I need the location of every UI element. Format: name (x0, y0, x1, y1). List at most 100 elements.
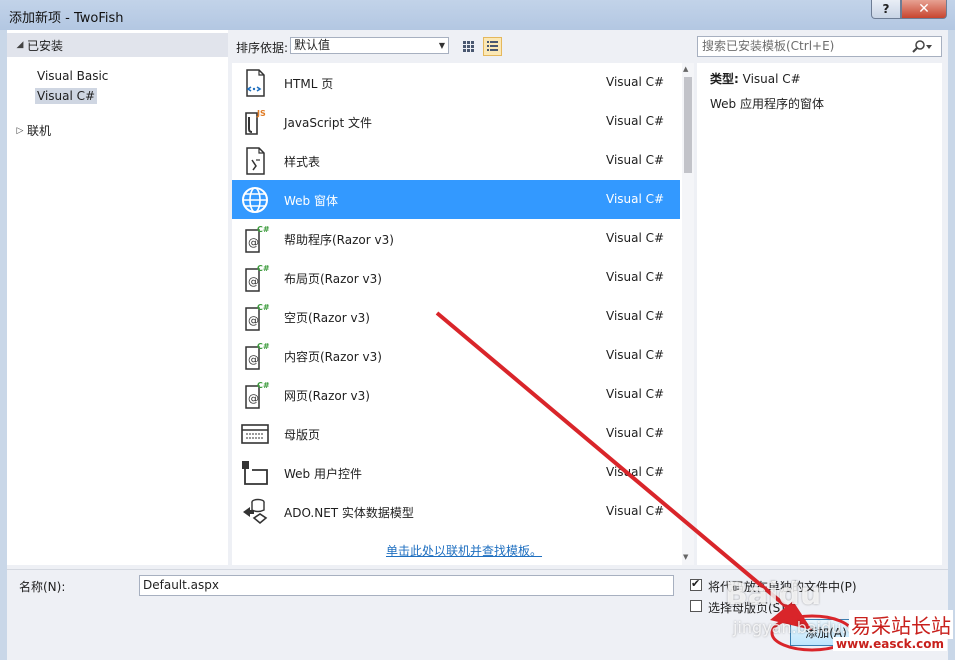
stylesheet-icon (246, 147, 265, 175)
template-row-master-page[interactable]: 母版页 Visual C# (232, 414, 680, 453)
template-row-html-page[interactable]: HTML 页 Visual C# (232, 63, 680, 102)
template-name: 母版页 (284, 428, 321, 442)
tree-label-installed: 已安装 (27, 38, 64, 53)
file-name-value: Default.aspx (143, 578, 219, 592)
checkmark-icon: ✔ (691, 577, 701, 590)
svg-text:@: @ (248, 392, 259, 405)
template-row-razor-layout[interactable]: @ C# 布局页(Razor v3) Visual C# (232, 258, 680, 297)
template-language: Visual C# (606, 75, 665, 89)
dialog-body: ◢ 已安装 Visual Basic Visual C# ▷ 联机 排序依据: … (7, 30, 948, 660)
dropdown-arrow-icon: ▼ (438, 41, 445, 50)
bottom-separator (7, 569, 948, 570)
razor-file-icon: @ C# (245, 264, 270, 292)
template-row-razor-empty[interactable]: @ C# 空页(Razor v3) Visual C# (232, 297, 680, 336)
svg-text:@: @ (248, 353, 259, 366)
close-icon: ✕ (918, 1, 930, 17)
separate-code-file-checkbox[interactable]: ✔ (690, 577, 702, 591)
template-row-javascript-file[interactable]: JS JavaScript 文件 Visual C# (232, 102, 680, 141)
template-row-entity-model[interactable]: ADO.NET 实体数据模型 Visual C# (232, 492, 680, 531)
template-row-razor-content[interactable]: @ C# 内容页(Razor v3) Visual C# (232, 336, 680, 375)
razor-file-icon: @ C# (245, 225, 270, 253)
template-language: Visual C# (606, 348, 665, 362)
expanded-triangle-icon[interactable]: ◢ (13, 40, 27, 50)
tree-item-visual-csharp[interactable]: Visual C# (35, 88, 98, 104)
entity-model-icon (243, 498, 268, 525)
sort-label: 排序依据: (236, 41, 289, 55)
svg-text:JS: JS (256, 109, 266, 118)
scrollbar-thumb[interactable] (684, 77, 692, 173)
template-row-web-form[interactable]: Web 窗体 Visual C# (232, 180, 680, 219)
scroll-down-arrow-icon[interactable]: ▼ (683, 553, 688, 561)
template-row-razor-webpage[interactable]: @ C# 网页(Razor v3) Visual C# (232, 375, 680, 414)
tree-item-visual-basic[interactable]: Visual Basic (35, 68, 110, 84)
type-label: 类型: (710, 72, 739, 86)
svg-text:@: @ (248, 314, 259, 327)
small-icons-view-button[interactable] (459, 37, 478, 56)
template-language: Visual C# (606, 309, 665, 323)
template-language: Visual C# (606, 231, 665, 245)
find-templates-online-link[interactable]: 单击此处以联机并查找模板。 (386, 542, 542, 559)
template-language: Visual C# (606, 114, 665, 128)
template-row-user-control[interactable]: Web 用户控件 Visual C# (232, 453, 680, 492)
master-page-icon (241, 424, 269, 444)
template-language: Visual C# (606, 153, 665, 167)
search-input[interactable]: 搜索已安装模板(Ctrl+E) (697, 36, 942, 57)
help-icon: ? (882, 2, 890, 16)
template-list-scrollbar[interactable]: ▲ ▼ (682, 63, 694, 565)
template-type-line: 类型: Visual C# (710, 70, 801, 87)
template-language: Visual C# (606, 387, 665, 401)
name-label: 名称(N): (19, 580, 66, 594)
svg-text:@: @ (248, 275, 259, 288)
title-bar: 添加新项 - TwoFish ? ✕ (0, 0, 955, 30)
template-name: ADO.NET 实体数据模型 (284, 506, 414, 520)
sort-dropdown[interactable]: 默认值 ▼ (290, 37, 449, 54)
template-description: Web 应用程序的窗体 (710, 97, 824, 111)
window-title: 添加新项 - TwoFish (9, 11, 124, 26)
svg-text:C#: C# (257, 264, 270, 273)
type-value: Visual C# (742, 72, 801, 86)
html-page-icon (246, 69, 265, 97)
svg-text:C#: C# (257, 342, 270, 351)
template-language: Visual C# (606, 465, 665, 479)
svg-text:@: @ (248, 236, 259, 249)
template-name: HTML 页 (284, 77, 334, 91)
template-name: 样式表 (284, 155, 321, 169)
razor-file-icon: @ C# (245, 342, 270, 370)
template-language: Visual C# (606, 270, 665, 284)
tree-node-installed[interactable]: ◢ 已安装 (7, 33, 228, 57)
template-name: 空页(Razor v3) (284, 311, 370, 325)
template-name: 布局页(Razor v3) (284, 272, 382, 286)
template-name: Web 窗体 (284, 194, 338, 208)
template-details-panel: 类型: Visual C# Web 应用程序的窗体 (697, 63, 942, 565)
template-name: 帮助程序(Razor v3) (284, 233, 394, 247)
medium-icons-view-button[interactable] (483, 37, 502, 56)
template-language: Visual C# (606, 192, 665, 206)
template-name: 内容页(Razor v3) (284, 350, 382, 364)
template-language: Visual C# (606, 426, 665, 440)
template-list[interactable]: HTML 页 Visual C# JS JavaScript 文件 Visual… (232, 63, 694, 565)
scroll-up-arrow-icon[interactable]: ▲ (683, 65, 688, 73)
web-form-globe-icon (242, 187, 268, 213)
template-language: Visual C# (606, 504, 665, 518)
collapsed-triangle-icon[interactable]: ▷ (13, 126, 27, 136)
svg-text:C#: C# (257, 303, 270, 312)
close-button[interactable]: ✕ (901, 0, 947, 19)
select-master-page-checkbox[interactable] (690, 600, 702, 612)
svg-text:C#: C# (257, 381, 270, 390)
search-icon[interactable] (911, 40, 933, 54)
template-name: JavaScript 文件 (284, 116, 372, 130)
tree-node-online[interactable]: ▷ 联机 (7, 122, 51, 139)
help-button[interactable]: ? (871, 0, 901, 19)
site-watermark: 易采站长站 (849, 610, 953, 639)
search-placeholder: 搜索已安装模板(Ctrl+E) (702, 39, 835, 53)
template-category-tree: ◢ 已安装 Visual Basic Visual C# ▷ 联机 (7, 30, 228, 565)
tree-label-online: 联机 (27, 124, 52, 138)
user-control-icon (242, 461, 268, 485)
javascript-file-icon: JS (245, 109, 266, 135)
file-name-input[interactable]: Default.aspx (139, 575, 674, 596)
grid-view-icon (463, 41, 474, 52)
template-row-razor-helper[interactable]: @ C# 帮助程序(Razor v3) Visual C# (232, 219, 680, 258)
baidu-watermark: Baidu (725, 577, 822, 612)
template-row-stylesheet[interactable]: 样式表 Visual C# (232, 141, 680, 180)
template-name: 网页(Razor v3) (284, 389, 370, 403)
